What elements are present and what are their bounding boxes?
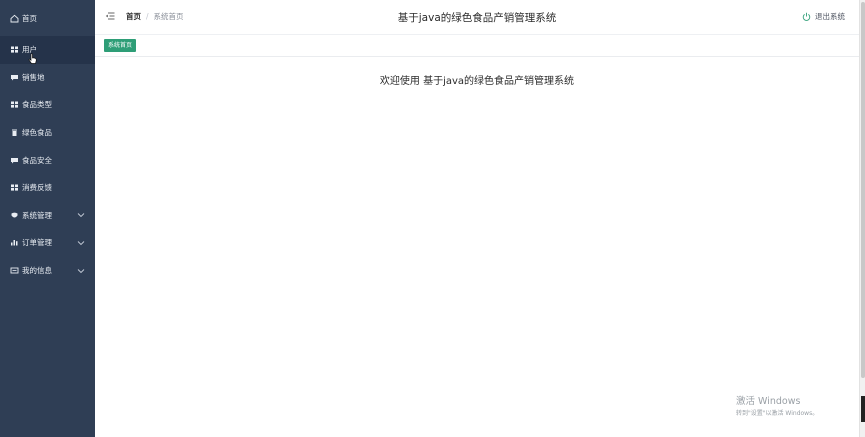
sidebar-item-system-management[interactable]: 系统管理 xyxy=(0,202,95,230)
sidebar-item-label: 消费反馈 xyxy=(22,183,52,193)
sidebar-item-feedback[interactable]: 消费反馈 xyxy=(0,174,95,202)
sidebar-item-label: 我的信息 xyxy=(22,266,52,276)
logout-label: 退出系统 xyxy=(815,12,845,21)
app-window: 首页 用户 销售地 食品类型 绿色食品 食品安全 消费反馈 系统管理 订单管理 … xyxy=(0,0,865,437)
welcome-text: 欢迎使用 基于java的绿色食品产销管理系统 xyxy=(379,76,575,87)
sidebar-item-label: 订单管理 xyxy=(22,238,52,248)
tags-bar: 系统首页 xyxy=(95,36,859,57)
watermark-line-1: 激活 Windows xyxy=(736,396,801,407)
shield-icon xyxy=(10,211,19,220)
sidebar-item-food-safety[interactable]: 食品安全 xyxy=(0,146,95,174)
home-icon xyxy=(10,14,19,23)
sidebar-item-label: 食品类型 xyxy=(22,100,52,110)
sidebar-item-sales-location[interactable]: 销售地 xyxy=(0,64,95,92)
edge-handle xyxy=(861,396,865,422)
main-content: 欢迎使用 基于java的绿色食品产销管理系统 xyxy=(95,58,859,437)
grid-icon xyxy=(10,183,19,192)
chevron-down-icon xyxy=(77,213,85,218)
scrollbar-thumb[interactable] xyxy=(861,2,865,378)
watermark-line-2: 转到"设置"以激活 Windows。 xyxy=(736,410,819,417)
sidebar-item-order-management[interactable]: 订单管理 xyxy=(0,229,95,257)
sidebar-item-label: 销售地 xyxy=(22,72,45,82)
power-icon xyxy=(802,12,811,21)
page-title: 基于java的绿色食品产销管理系统 xyxy=(397,12,557,24)
sidebar: 首页 用户 销售地 食品类型 绿色食品 食品安全 消费反馈 系统管理 订单管理 … xyxy=(0,0,95,437)
chevron-down-icon xyxy=(77,241,85,246)
sidebar-item-label: 首页 xyxy=(22,13,37,23)
grid-icon xyxy=(10,45,19,54)
trash-icon xyxy=(10,128,19,137)
sidebar-item-label: 食品安全 xyxy=(22,155,52,165)
chevron-down-icon xyxy=(77,268,85,273)
card-icon xyxy=(10,266,19,275)
top-header: 首页 / 系统首页 基于java的绿色食品产销管理系统 退出系统 xyxy=(95,0,859,35)
sidebar-item-home[interactable]: 首页 xyxy=(0,0,95,36)
bar-chart-icon xyxy=(10,238,19,247)
grid-icon xyxy=(10,100,19,109)
sidebar-item-label: 系统管理 xyxy=(22,210,52,220)
chat-icon xyxy=(10,73,19,82)
sidebar-item-users[interactable]: 用户 xyxy=(0,36,95,64)
chat-icon xyxy=(10,156,19,165)
sidebar-item-my-info[interactable]: 我的信息 xyxy=(0,257,95,285)
logout-button[interactable]: 退出系统 xyxy=(802,11,845,22)
vertical-scrollbar[interactable] xyxy=(859,0,865,437)
sidebar-item-food-type[interactable]: 食品类型 xyxy=(0,91,95,119)
sidebar-item-label: 绿色食品 xyxy=(22,128,52,138)
tab-system-home[interactable]: 系统首页 xyxy=(104,39,137,52)
hand-cursor-icon xyxy=(28,53,37,64)
sidebar-item-green-food[interactable]: 绿色食品 xyxy=(0,119,95,147)
windows-activation-watermark: 激活 Windows 转到"设置"以激活 Windows。 xyxy=(736,393,818,417)
